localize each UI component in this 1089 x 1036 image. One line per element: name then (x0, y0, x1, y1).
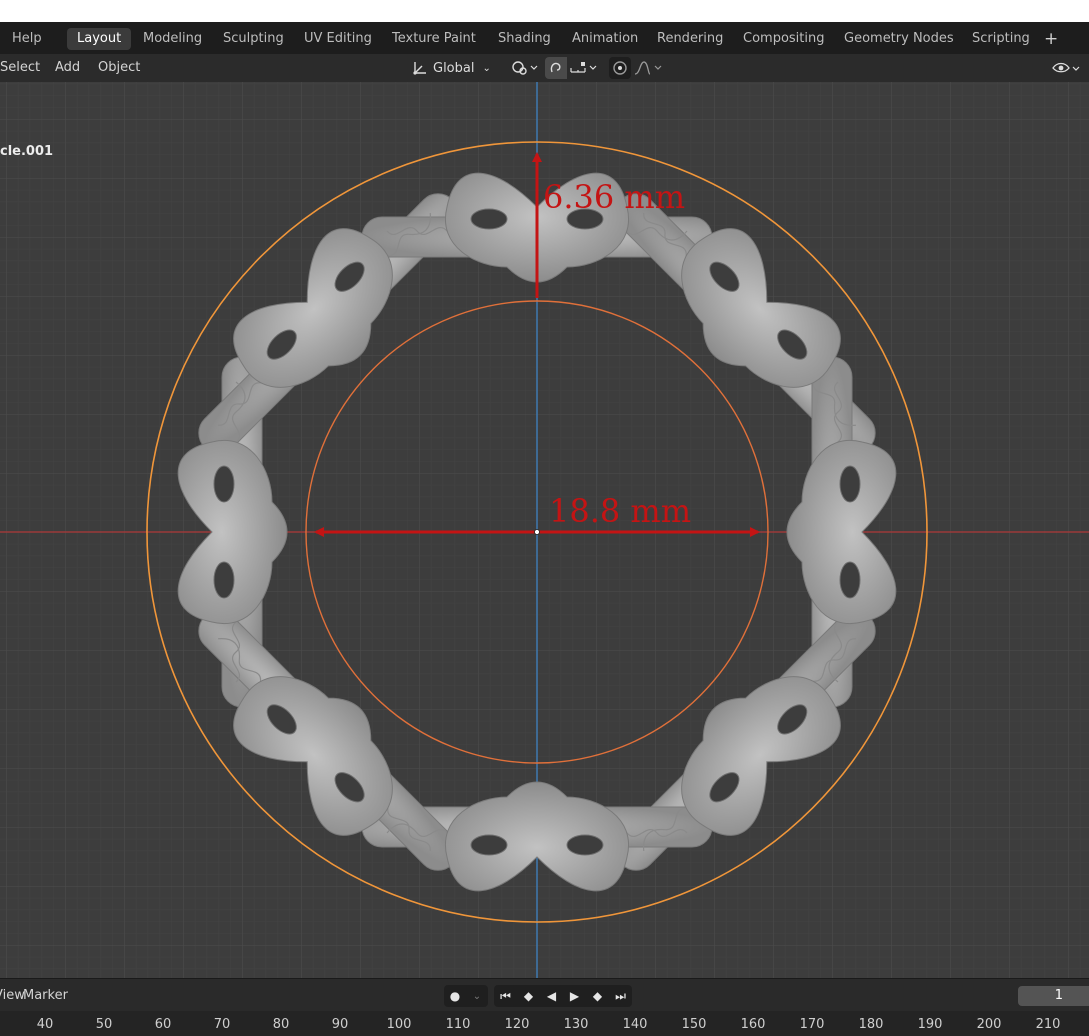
ruler-tick: 190 (917, 1017, 943, 1032)
play-icon[interactable]: ▶ (563, 985, 586, 1007)
menu-select[interactable]: Select (0, 58, 40, 78)
diameter-dimension-label: 18.8 mm (549, 492, 691, 530)
ruler-tick: 200 (976, 1017, 1002, 1032)
origin-point[interactable] (534, 529, 540, 535)
timeline-panel: View Marker ● ⌄ ⏮ ◆ ◀ ▶ ◆ ⏭ 1 40 50 60 7… (0, 978, 1089, 1036)
snap-icon (545, 57, 567, 79)
visibility-icon (1050, 57, 1084, 79)
ruler-tick: 150 (681, 1017, 707, 1032)
height-dimension-label: 6.36 mm (543, 178, 685, 216)
next-keyframe-icon[interactable]: ◆ (586, 985, 609, 1007)
current-frame-field[interactable]: 1 (1018, 986, 1089, 1006)
transform-orientation-dropdown[interactable]: Global ⌄ (407, 57, 499, 79)
orientation-label: Global (433, 60, 475, 76)
ruler-tick: 50 (95, 1017, 113, 1032)
record-icon: ● (449, 989, 461, 1003)
tab-shading[interactable]: Shading (498, 28, 551, 50)
ruler-tick: 160 (740, 1017, 766, 1032)
ruler-tick: 70 (213, 1017, 231, 1032)
transform-orientation-icon (407, 57, 433, 79)
pivot-point-dropdown[interactable] (506, 57, 542, 79)
tab-geometry-nodes[interactable]: Geometry Nodes (844, 28, 954, 50)
add-workspace-button[interactable]: + (1044, 28, 1058, 50)
play-reverse-icon[interactable]: ◀ (540, 985, 563, 1007)
menu-help[interactable]: Help (12, 28, 42, 50)
ruler-tick: 140 (622, 1017, 648, 1032)
auto-keying-toggle[interactable]: ● ⌄ (444, 985, 488, 1007)
active-object-name: cle.001 (0, 144, 54, 159)
ruler-tick: 180 (858, 1017, 884, 1032)
chevron-down-icon: ⌄ (482, 62, 491, 74)
prev-keyframe-icon[interactable]: ◆ (517, 985, 540, 1007)
tab-animation[interactable]: Animation (572, 28, 638, 50)
menu-marker[interactable]: Marker (23, 988, 68, 1003)
ruler-tick: 40 (36, 1017, 54, 1032)
ruler-tick: 170 (799, 1017, 825, 1032)
snap-target-dropdown[interactable] (567, 57, 603, 79)
tab-compositing[interactable]: Compositing (743, 28, 825, 50)
menu-add[interactable]: Add (55, 58, 80, 78)
chevron-down-icon: ⌄ (472, 990, 482, 1002)
workspace-tabs-bar: Help Layout Modeling Sculpting UV Editin… (0, 22, 1089, 54)
viewport-canvas[interactable]: 6.36 mm 18.8 mm (0, 82, 1089, 978)
ruler-tick: 80 (272, 1017, 290, 1032)
ruler-tick: 130 (563, 1017, 589, 1032)
ruler-tick: 110 (445, 1017, 471, 1032)
playback-controls: ⏮ ◆ ◀ ▶ ◆ ⏭ (494, 985, 632, 1007)
proportional-edit-icon (609, 57, 631, 79)
ruler-tick: 120 (504, 1017, 530, 1032)
tab-texture-paint[interactable]: Texture Paint (392, 28, 476, 50)
ruler-tick: 100 (386, 1017, 412, 1032)
tab-scripting[interactable]: Scripting (972, 28, 1030, 50)
tab-sculpting[interactable]: Sculpting (223, 28, 284, 50)
object-visibility-dropdown[interactable] (1050, 57, 1084, 79)
tab-uv-editing[interactable]: UV Editing (304, 28, 372, 50)
menu-view[interactable]: View (0, 988, 25, 1003)
viewport-header: Select Add Object Global ⌄ (0, 54, 1089, 82)
3d-viewport[interactable]: 6.36 mm 18.8 mm cle.001 (0, 82, 1089, 978)
ruler-tick: 210 (1035, 1017, 1061, 1032)
snap-toggle[interactable] (545, 57, 603, 79)
ruler-tick: 60 (154, 1017, 172, 1032)
frame-ruler[interactable]: 40 50 60 70 80 90 100 110 120 130 140 15… (0, 1011, 1089, 1036)
jump-start-icon[interactable]: ⏮ (494, 985, 517, 1007)
pivot-icon (506, 57, 542, 79)
falloff-icon[interactable] (631, 57, 667, 79)
tab-modeling[interactable]: Modeling (143, 28, 202, 50)
menu-object[interactable]: Object (98, 58, 140, 78)
tab-layout[interactable]: Layout (67, 28, 132, 50)
tab-rendering[interactable]: Rendering (657, 28, 723, 50)
proportional-editing-toggle[interactable] (609, 57, 667, 79)
jump-end-icon[interactable]: ⏭ (609, 985, 632, 1007)
ruler-tick: 90 (331, 1017, 349, 1032)
